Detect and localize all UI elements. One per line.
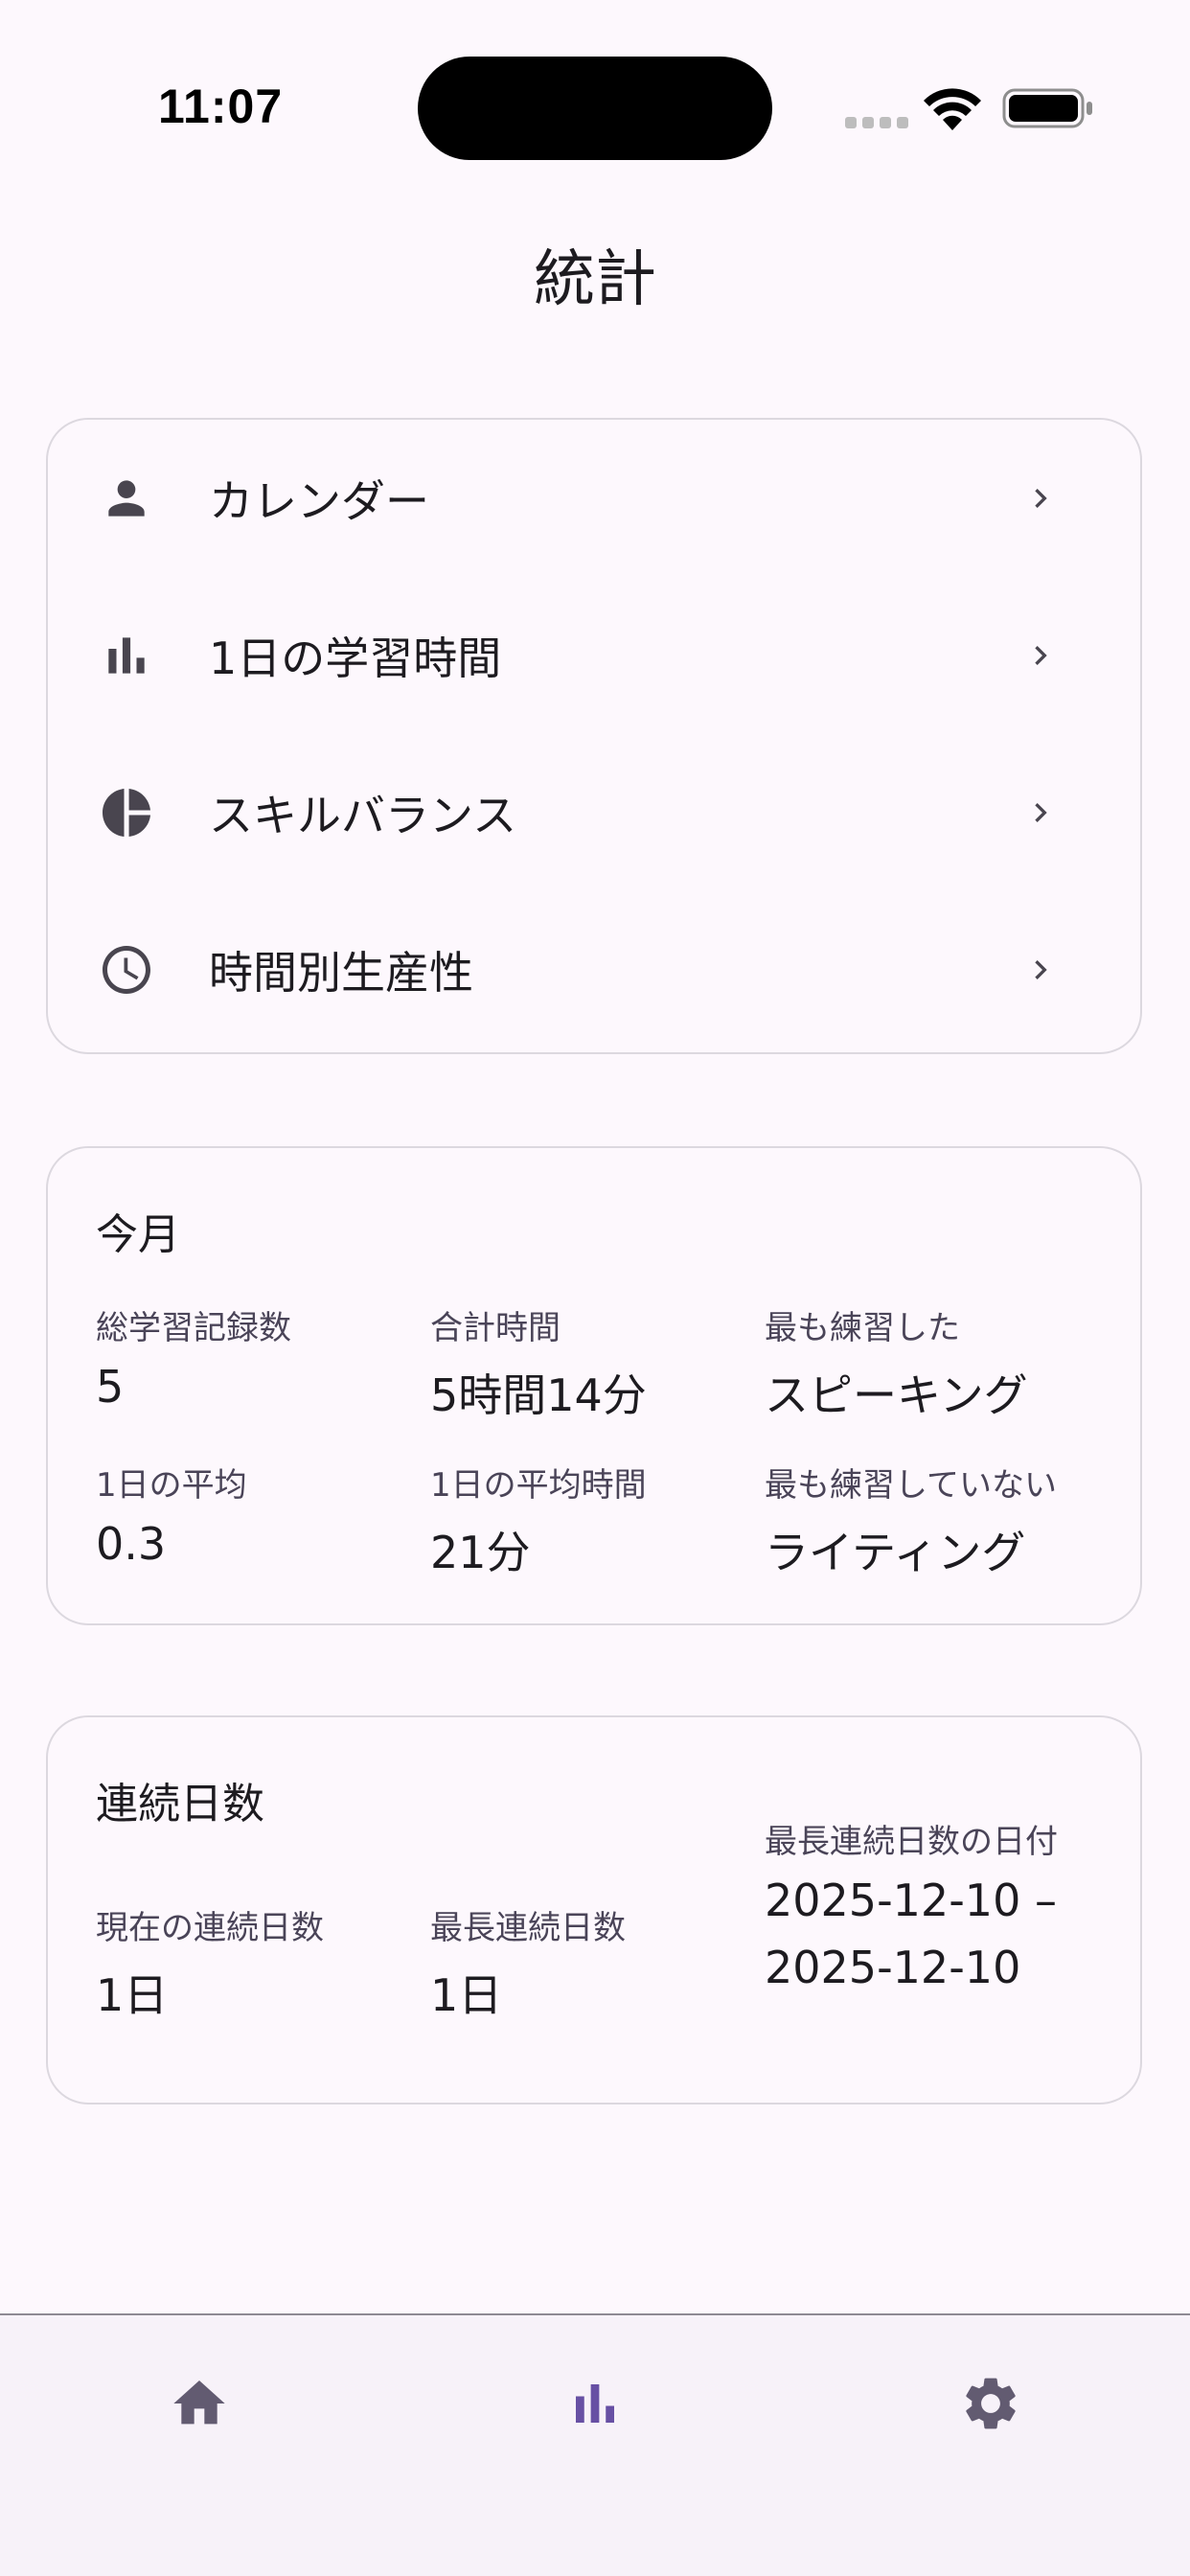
chevron-right-icon bbox=[1035, 960, 1047, 979]
longest-streak-label: 最長連続日数 bbox=[430, 1909, 626, 1947]
streak-card: 連続日数 現在の連続日数 1日 最長連続日数 1日 最長連続日数の日付 2025… bbox=[46, 1715, 1142, 2104]
menu-item-label: 時間別生産性 bbox=[209, 947, 473, 999]
stat-label: 1日の平均時間 bbox=[430, 1466, 647, 1505]
stat-label: 1日の平均 bbox=[96, 1466, 247, 1505]
menu-item-label: カレンダー bbox=[209, 475, 429, 527]
home-icon bbox=[173, 2380, 225, 2425]
menu-item-daily-study-time[interactable]: 1日の学習時間 bbox=[48, 577, 1140, 734]
clock-icon bbox=[98, 941, 155, 999]
longest-streak-dates-end: 2025-12-10 bbox=[765, 1942, 1021, 1993]
person-icon bbox=[98, 470, 155, 527]
this-month-card: 今月 総学習記録数 5 合計時間 5時間14分 最も練習した スピーキング 1日… bbox=[46, 1146, 1142, 1625]
stat-label: 最も練習していない bbox=[765, 1466, 1057, 1505]
stat-label: 合計時間 bbox=[430, 1309, 561, 1347]
nav-stats-button[interactable] bbox=[528, 2356, 662, 2451]
nav-home-button[interactable] bbox=[132, 2356, 266, 2451]
stat-value: ライティング bbox=[765, 1527, 1026, 1578]
longest-streak-dates-start: 2025-12-10 – bbox=[765, 1874, 1057, 1926]
dynamic-island bbox=[418, 57, 772, 160]
current-streak-label: 現在の連続日数 bbox=[96, 1909, 324, 1947]
stat-value: 5 bbox=[96, 1361, 125, 1413]
chevron-right-icon bbox=[1035, 803, 1047, 822]
menu-item-label: 1日の学習時間 bbox=[209, 632, 502, 684]
card-title: 連続日数 bbox=[96, 1780, 264, 1828]
stat-value: 5時間14分 bbox=[430, 1369, 647, 1421]
bar-chart-icon bbox=[98, 627, 155, 684]
bar-chart-icon bbox=[576, 2384, 614, 2423]
stat-value: 0.3 bbox=[96, 1518, 167, 1570]
stats-menu-card: カレンダー 1日の学習時間 スキルバランス 時間別生産性 bbox=[46, 418, 1142, 1054]
chevron-right-icon bbox=[1035, 489, 1047, 508]
battery-icon bbox=[1002, 88, 1092, 128]
card-title: 今月 bbox=[96, 1210, 180, 1259]
stat-label: 最も練習した bbox=[765, 1309, 960, 1347]
bottom-navigation bbox=[0, 2313, 1190, 2576]
stat-label: 総学習記録数 bbox=[96, 1309, 291, 1347]
gear-icon bbox=[966, 2378, 1016, 2429]
menu-item-label: スキルバランス bbox=[209, 790, 517, 841]
cellular-signal-icon bbox=[845, 117, 908, 128]
pie-chart-icon bbox=[98, 784, 155, 841]
nav-settings-button[interactable] bbox=[924, 2356, 1058, 2451]
longest-streak-dates-label: 最長連続日数の日付 bbox=[765, 1823, 1058, 1861]
menu-item-calendar[interactable]: カレンダー bbox=[48, 420, 1140, 577]
wifi-icon bbox=[924, 88, 981, 130]
stat-value: 21分 bbox=[430, 1527, 531, 1578]
chevron-right-icon bbox=[1035, 646, 1047, 665]
page-title: 統計 bbox=[534, 244, 656, 315]
current-streak-value: 1日 bbox=[96, 1969, 169, 2021]
menu-item-skill-balance[interactable]: スキルバランス bbox=[48, 734, 1140, 891]
menu-item-hourly-productivity[interactable]: 時間別生産性 bbox=[48, 891, 1140, 1048]
status-time: 11:07 bbox=[158, 80, 284, 133]
stat-value: スピーキング bbox=[765, 1369, 1028, 1421]
status-bar: 11:07 bbox=[0, 0, 1190, 192]
longest-streak-value: 1日 bbox=[430, 1969, 503, 2021]
